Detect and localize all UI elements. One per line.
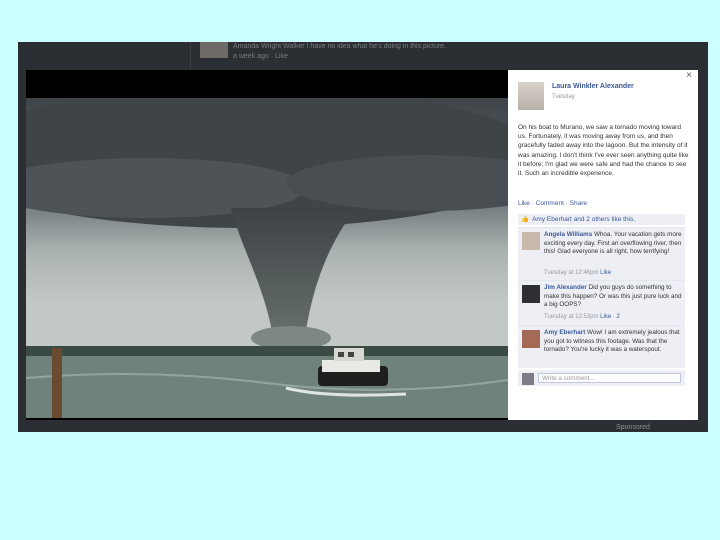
feed-text: Amanda Wright Walker I have no idea what… (233, 42, 446, 62)
feed-line-2: a week ago · Like (233, 53, 288, 60)
comment-panel: × Laura Winkler Alexander Tuesday On his… (508, 70, 698, 420)
comment-item: Angela Williams Whoa. Your vacation gets… (518, 227, 685, 280)
viewer-avatar (522, 373, 534, 385)
like-icon: 👍 (521, 216, 530, 223)
feed-line-1: Amanda Wright Walker I have no idea what… (233, 43, 447, 50)
comment-like-link[interactable]: Like · 2 (600, 314, 620, 320)
commenter-name[interactable]: Amy Eberhart (544, 329, 585, 336)
close-icon[interactable]: × (686, 70, 692, 81)
comment-time: Tuesday at 12:46pm (544, 270, 599, 276)
screen: Amanda Wright Walker I have no idea what… (18, 42, 708, 432)
tornado-photo-graphic (26, 98, 508, 418)
commenter-avatar[interactable] (522, 232, 540, 250)
commenter-avatar[interactable] (522, 285, 540, 303)
comment-item: Amy Eberhart Wow! I am extremely jealous… (518, 325, 685, 368)
likes-bar[interactable]: 👍 Amy Eberhart and 2 others like this. (518, 214, 685, 225)
commenter-name[interactable]: Jim Alexander (544, 284, 587, 291)
comment-meta: Tuesday at 12:53pm Like · 2 (544, 314, 620, 320)
commenter-avatar[interactable] (522, 330, 540, 348)
author-name[interactable]: Laura Winkler Alexander (552, 83, 634, 90)
photo-viewer (26, 70, 508, 420)
comment-like-link[interactable]: Like (600, 270, 611, 276)
comment-time: Tuesday at 12:53pm (544, 314, 599, 320)
post-actions[interactable]: Like · Comment · Share (518, 200, 587, 207)
write-comment-box: Write a comment... (518, 370, 685, 386)
comment-item: Jim Alexander Did you guys do something … (518, 280, 685, 325)
tornado-photo[interactable] (26, 98, 508, 418)
divider (190, 42, 191, 70)
likes-text[interactable]: Amy Eberhart and 2 others like this. (532, 216, 635, 223)
comment-body: Amy Eberhart Wow! I am extremely jealous… (544, 329, 682, 355)
comment-input[interactable]: Write a comment... (538, 373, 681, 383)
comment-body: Angela Williams Whoa. Your vacation gets… (544, 231, 682, 257)
feed-avatar (200, 42, 228, 58)
feed-sponsored: Sponsored (616, 424, 650, 431)
author-avatar[interactable] (518, 82, 544, 110)
commenter-name[interactable]: Angela Williams (544, 231, 592, 238)
post-text: On his boat to Murano, we saw a tornado … (518, 124, 689, 178)
post-date[interactable]: Tuesday (552, 94, 575, 100)
comment-body: Jim Alexander Did you guys do something … (544, 284, 682, 310)
comment-meta: Tuesday at 12:46pm Like (544, 270, 611, 276)
